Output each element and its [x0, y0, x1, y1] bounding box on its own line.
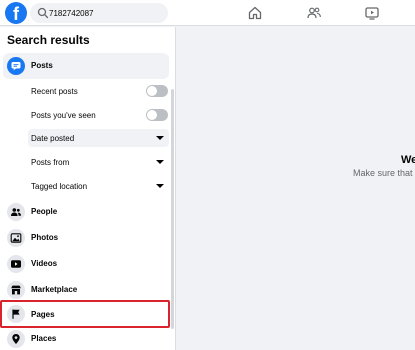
- sidebar-title: Search results: [7, 33, 90, 47]
- home-icon[interactable]: [247, 5, 263, 21]
- sidebar-item-videos[interactable]: Videos: [3, 251, 169, 277]
- sidebar-item-label: Posts: [31, 61, 53, 70]
- filter-label: Recent posts: [31, 87, 78, 96]
- filter-posts-from[interactable]: Posts from: [28, 153, 169, 171]
- flag-icon: [7, 305, 25, 323]
- sidebar-scrollbar[interactable]: [171, 89, 174, 329]
- filter-posts-seen: Posts you've seen: [28, 106, 169, 124]
- sidebar-item-pages[interactable]: Pages: [0, 300, 170, 328]
- filter-label: Posts from: [31, 158, 70, 167]
- sidebar-item-label: Marketplace: [31, 285, 78, 294]
- main-heading: We: [401, 154, 415, 166]
- sidebar-item-people[interactable]: People: [3, 199, 169, 225]
- search-results-sidebar: Search results Posts Recent posts Posts …: [0, 27, 176, 350]
- search-bar[interactable]: [30, 3, 168, 23]
- filter-date-posted[interactable]: Date posted: [28, 129, 169, 147]
- videos-icon: [7, 255, 25, 273]
- sidebar-item-label: Photos: [31, 233, 59, 242]
- photos-icon: [7, 229, 25, 247]
- filter-tagged-location[interactable]: Tagged location: [28, 177, 169, 195]
- chevron-down-icon: [156, 184, 164, 188]
- sidebar-item-label: Pages: [31, 310, 55, 319]
- facebook-logo[interactable]: f: [5, 2, 27, 24]
- friends-icon[interactable]: [306, 5, 322, 21]
- main-subtext: Make sure that e: [353, 168, 415, 178]
- marketplace-icon: [7, 281, 25, 299]
- search-input[interactable]: [49, 3, 161, 23]
- sidebar-item-photos[interactable]: Photos: [3, 225, 169, 251]
- people-icon: [7, 203, 25, 221]
- pin-icon: [7, 330, 25, 348]
- filter-recent-posts: Recent posts: [28, 82, 169, 100]
- sidebar-item-label: Places: [31, 334, 57, 343]
- posts-seen-toggle[interactable]: [146, 109, 168, 121]
- filter-label: Date posted: [31, 134, 75, 143]
- search-icon: [37, 7, 49, 19]
- sidebar-item-places[interactable]: Places: [3, 326, 169, 350]
- top-navigation-bar: f: [0, 0, 415, 26]
- filter-label: Posts you've seen: [31, 111, 96, 120]
- watch-icon[interactable]: [364, 5, 380, 21]
- chevron-down-icon: [156, 136, 164, 140]
- sidebar-item-label: People: [31, 207, 58, 216]
- sidebar-item-label: Videos: [31, 259, 58, 268]
- sidebar-item-posts[interactable]: Posts: [3, 53, 169, 79]
- recent-posts-toggle[interactable]: [146, 85, 168, 97]
- filter-label: Tagged location: [31, 182, 88, 191]
- posts-icon: [7, 57, 25, 75]
- chevron-down-icon: [156, 160, 164, 164]
